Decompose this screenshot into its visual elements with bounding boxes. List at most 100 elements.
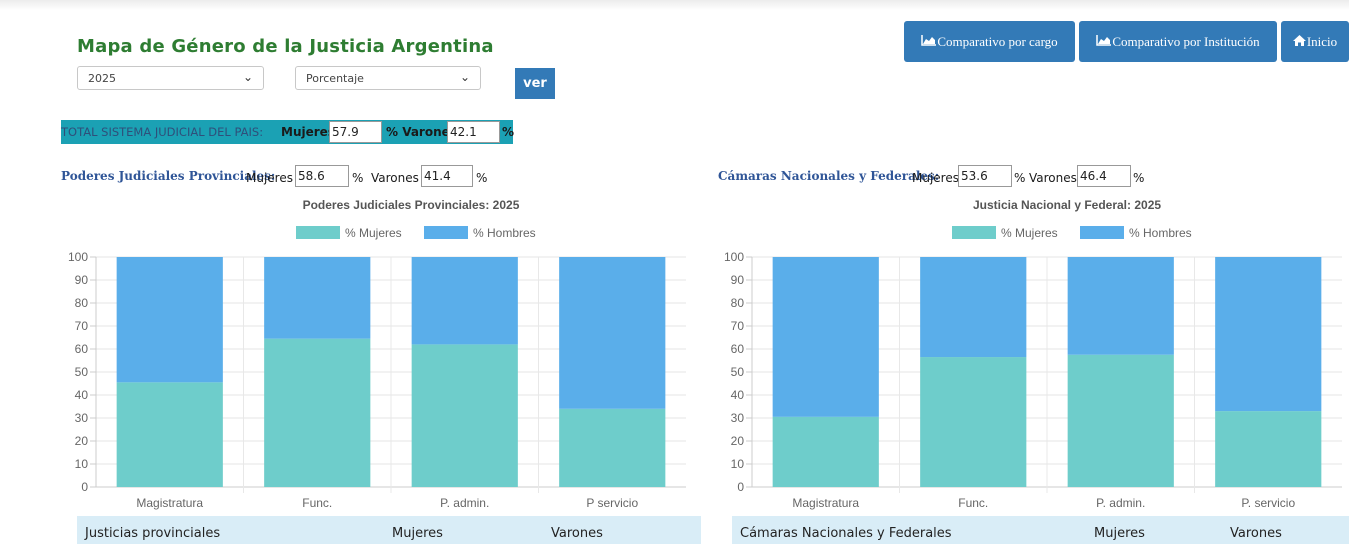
provincial-col-varones: Varones <box>551 526 603 541</box>
legend-label: % Hombres <box>473 226 536 240</box>
year-select[interactable]: 2025 ⌄ <box>77 66 264 90</box>
bar-hombres <box>1215 257 1322 412</box>
right-pct2: % <box>1133 171 1145 185</box>
legend-swatch <box>1080 226 1124 239</box>
x-tick-label: P. admin. <box>1096 496 1145 510</box>
y-tick-label: 80 <box>731 296 745 310</box>
y-tick-label: 0 <box>81 480 88 494</box>
bar-mujeres <box>116 382 223 487</box>
nacional-col-mujeres: Mujeres <box>1094 526 1145 541</box>
x-tick-label: Func. <box>958 496 988 510</box>
bar-mujeres <box>772 416 879 487</box>
y-tick-label: 10 <box>731 457 745 471</box>
y-tick-label: 60 <box>75 342 89 356</box>
poderes-provinciales-label: Poderes Judiciales Provinciales: <box>61 169 276 183</box>
bar-hombres <box>559 257 666 409</box>
y-tick-label: 60 <box>731 342 745 356</box>
bar-mujeres <box>920 357 1027 487</box>
camaras-nacionales-label: Cámaras Nacionales y Federales: <box>718 169 940 183</box>
page-title: Mapa de Género de la Justicia Argentina <box>77 36 494 57</box>
right-varones-label: Varones <box>1029 171 1077 185</box>
bar-hombres <box>116 257 223 383</box>
bar-hombres <box>411 257 518 345</box>
x-tick-label: Magistratura <box>792 496 859 510</box>
mode-select-value: Porcentaje <box>306 72 364 85</box>
legend-swatch <box>952 226 996 239</box>
comparativo-cargo-button[interactable]: Comparativo por cargo <box>904 21 1075 62</box>
y-tick-label: 70 <box>75 319 89 333</box>
x-tick-label: Func. <box>302 496 332 510</box>
chevron-down-icon: ⌄ <box>459 70 470 84</box>
y-tick-label: 20 <box>75 434 89 448</box>
x-tick-label: P. admin. <box>440 496 489 510</box>
chart-title: Justicia Nacional y Federal: 2025 <box>973 198 1161 212</box>
left-mujeres-label: Mujeres <box>246 171 293 185</box>
ver-button[interactable]: ver <box>515 68 555 99</box>
provincial-table-header: Justicias provinciales Mujeres Varones <box>77 516 701 544</box>
x-tick-label: Magistratura <box>136 496 203 510</box>
total-pct: % <box>502 125 515 139</box>
year-select-value: 2025 <box>88 72 116 85</box>
bar-mujeres <box>559 408 666 487</box>
right-varones-value: 46.4 <box>1077 165 1131 187</box>
y-tick-label: 50 <box>75 365 89 379</box>
y-tick-label: 100 <box>68 250 88 264</box>
bar-mujeres <box>1215 411 1322 487</box>
y-tick-label: 70 <box>731 319 745 333</box>
bar-hombres <box>264 257 371 339</box>
nacional-col-name: Cámaras Nacionales y Federales <box>740 526 952 541</box>
total-label: TOTAL SISTEMA JUDICIAL DEL PAIS: <box>61 125 264 139</box>
y-tick-label: 30 <box>75 411 89 425</box>
right-mujeres-value: 53.6 <box>958 165 1012 187</box>
mode-select[interactable]: Porcentaje ⌄ <box>295 66 481 90</box>
home-icon <box>1292 21 1306 62</box>
right-pct1: % <box>1014 171 1026 185</box>
inicio-button[interactable]: Inicio <box>1281 21 1349 62</box>
justicia-nacional-chart: Justicia Nacional y Federal: 2025 % Mujer… <box>724 198 1342 510</box>
y-tick-label: 80 <box>75 296 89 310</box>
provincial-col-mujeres: Mujeres <box>392 526 443 541</box>
top-bar <box>0 0 1349 10</box>
left-pct1: % <box>352 171 364 185</box>
left-varones-value: 41.4 <box>421 165 473 187</box>
legend-label: % Mujeres <box>1001 226 1058 240</box>
chart-title: Poderes Judiciales Provinciales: 2025 <box>303 198 520 212</box>
y-tick-label: 30 <box>731 411 745 425</box>
legend-label: % Hombres <box>1129 226 1192 240</box>
y-tick-label: 20 <box>731 434 745 448</box>
y-tick-label: 40 <box>75 388 89 402</box>
legend-swatch <box>296 226 340 239</box>
legend-label: % Mujeres <box>345 226 402 240</box>
comparativo-cargo-label: Comparativo por cargo <box>937 34 1058 49</box>
y-tick-label: 90 <box>75 273 89 287</box>
inicio-label: Inicio <box>1306 34 1338 49</box>
area-chart-icon <box>921 21 937 62</box>
bar-hombres <box>772 257 879 417</box>
nacional-table-header: Cámaras Nacionales y Federales Mujeres V… <box>732 516 1349 544</box>
bar-mujeres <box>411 344 518 487</box>
bar-hombres <box>920 257 1027 358</box>
y-tick-label: 40 <box>731 388 745 402</box>
nacional-col-varones: Varones <box>1230 526 1282 541</box>
total-mujeres-label: Mujeres <box>281 125 335 139</box>
bar-mujeres <box>264 338 371 487</box>
right-mujeres-label: Mujeres <box>912 171 959 185</box>
comparativo-institucion-label: Comparativo por Institución <box>1112 34 1260 49</box>
left-varones-label: Varones <box>371 171 419 185</box>
x-tick-label: P servicio <box>586 496 638 510</box>
comparativo-institucion-button[interactable]: Comparativo por Institución <box>1079 21 1277 62</box>
x-tick-label: P. servicio <box>1241 496 1295 510</box>
left-pct2: % <box>476 171 488 185</box>
chevron-down-icon: ⌄ <box>242 70 253 84</box>
provincial-col-name: Justicias provinciales <box>85 526 221 541</box>
bar-mujeres <box>1067 354 1174 487</box>
total-varones-value: 42.1 <box>447 121 500 143</box>
y-tick-label: 50 <box>731 365 745 379</box>
poderes-provinciales-chart: Poderes Judiciales Provinciales: 2025 % M… <box>68 198 686 510</box>
bar-hombres <box>1067 257 1174 355</box>
total-mujeres-value: 57.9 <box>329 121 382 143</box>
area-chart-icon <box>1096 21 1112 62</box>
y-tick-label: 90 <box>731 273 745 287</box>
legend-swatch <box>424 226 468 239</box>
left-mujeres-value: 58.6 <box>295 165 349 187</box>
